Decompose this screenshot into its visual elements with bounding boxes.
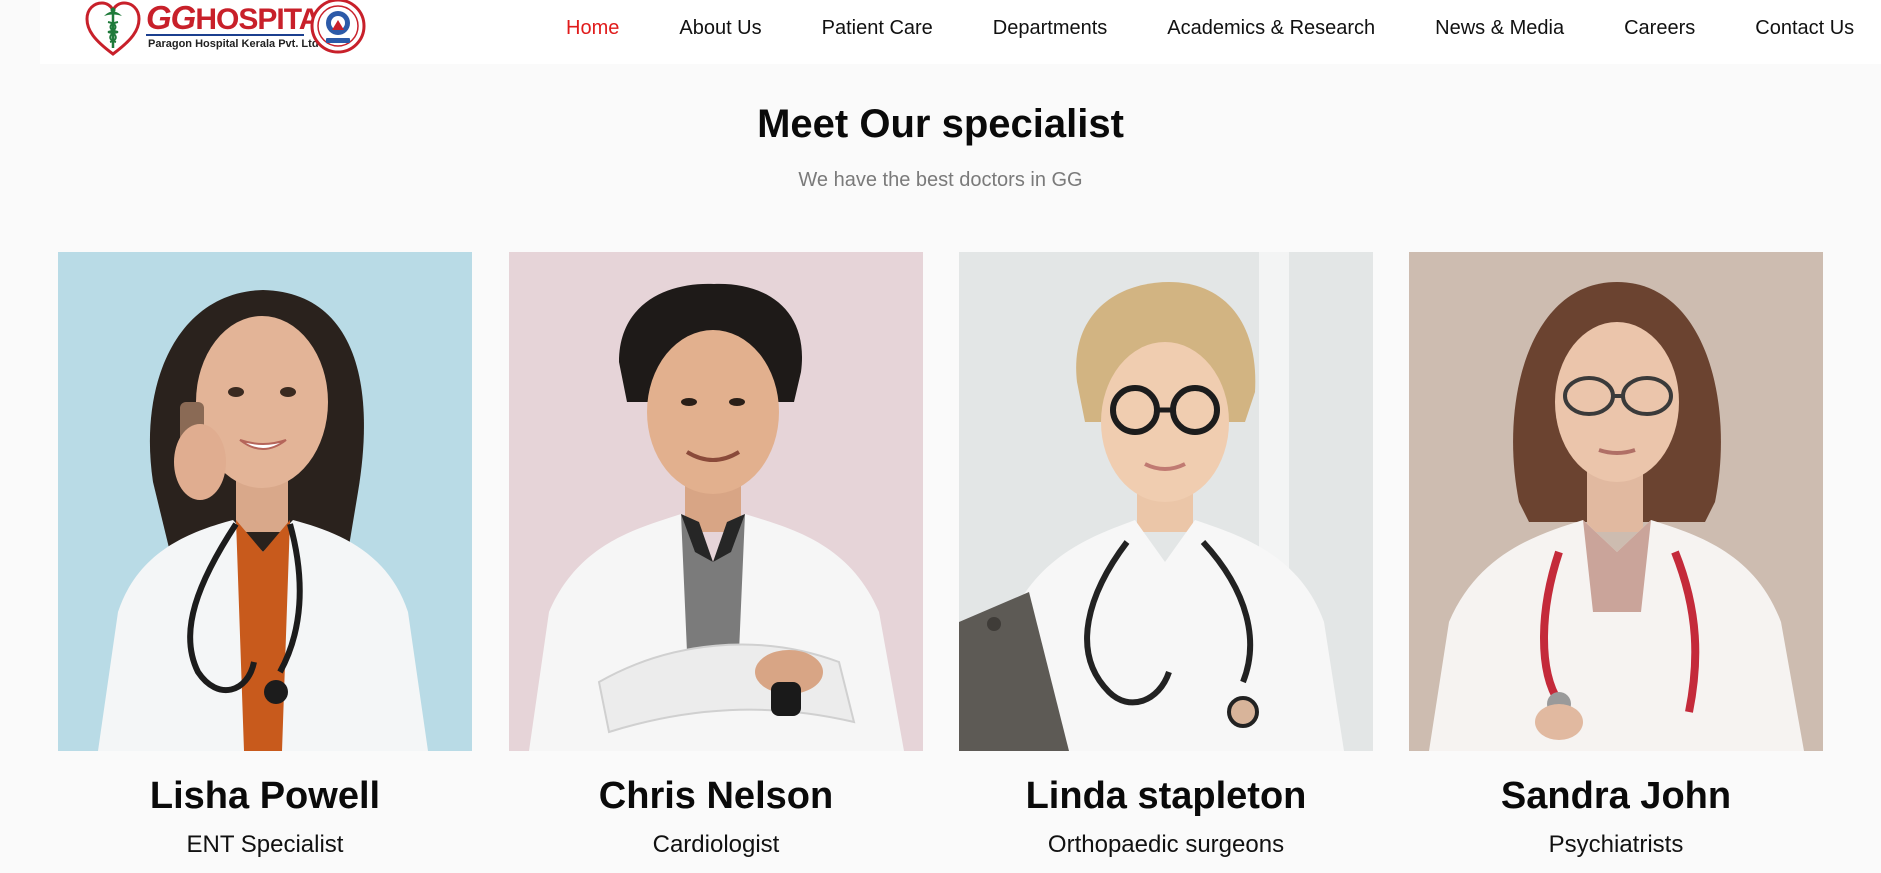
doctor-name: Linda stapleton — [1025, 775, 1307, 817]
doctor-photo — [1409, 252, 1823, 751]
doctor-name: Chris Nelson — [598, 775, 834, 817]
doctor-photo — [959, 252, 1373, 751]
section-subtitle: We have the best doctors in GG — [798, 169, 1083, 191]
nav-careers[interactable]: Careers — [1624, 16, 1695, 40]
doctor-card[interactable]: Sandra John Psychiatrists — [1409, 252, 1823, 861]
logo-divider — [146, 34, 304, 36]
doctor-card[interactable]: Lisha Powell ENT Specialist — [58, 252, 472, 861]
site-header: GGHOSPITAL Paragon Hospital Kerala Pvt. … — [40, 0, 1881, 64]
doctor-portrait-image — [959, 252, 1373, 751]
logo-title: GGHOSPITAL — [146, 0, 338, 36]
doctor-portrait-image — [1409, 252, 1823, 751]
doctor-portrait-image — [509, 252, 923, 751]
doctor-specialty: Psychiatrists — [1548, 831, 1684, 858]
doctor-photo — [509, 252, 923, 751]
section-title: Meet Our specialist — [757, 102, 1124, 146]
doctor-name: Sandra John — [1500, 775, 1732, 817]
accreditation-badge-icon — [310, 0, 366, 54]
doctor-card[interactable]: Chris Nelson Cardiologist — [509, 252, 923, 861]
logo-subtitle: Paragon Hospital Kerala Pvt. Ltd — [148, 38, 319, 50]
nav-patient-care[interactable]: Patient Care — [822, 16, 933, 40]
nav-about-us[interactable]: About Us — [679, 16, 761, 40]
doctor-card[interactable]: Linda stapleton Orthopaedic surgeons — [959, 252, 1373, 861]
nav-home[interactable]: Home — [566, 16, 619, 40]
heart-caduceus-icon — [85, 1, 141, 56]
doctor-portrait-image — [58, 252, 472, 751]
nav-news-media[interactable]: News & Media — [1435, 16, 1564, 40]
doctor-name: Lisha Powell — [149, 775, 381, 817]
nav-contact-us[interactable]: Contact Us — [1755, 16, 1854, 40]
hospital-logo[interactable]: GGHOSPITAL Paragon Hospital Kerala Pvt. … — [84, 0, 384, 58]
doctor-specialty: ENT Specialist — [186, 831, 344, 858]
doctor-photo — [58, 252, 472, 751]
doctor-specialty: Orthopaedic surgeons — [1047, 831, 1285, 858]
nav-departments[interactable]: Departments — [993, 16, 1108, 40]
doctor-specialty: Cardiologist — [652, 831, 780, 858]
nav-academics-research[interactable]: Academics & Research — [1167, 16, 1375, 40]
main-navigation: Home About Us Patient Care Departments A… — [566, 16, 1881, 40]
